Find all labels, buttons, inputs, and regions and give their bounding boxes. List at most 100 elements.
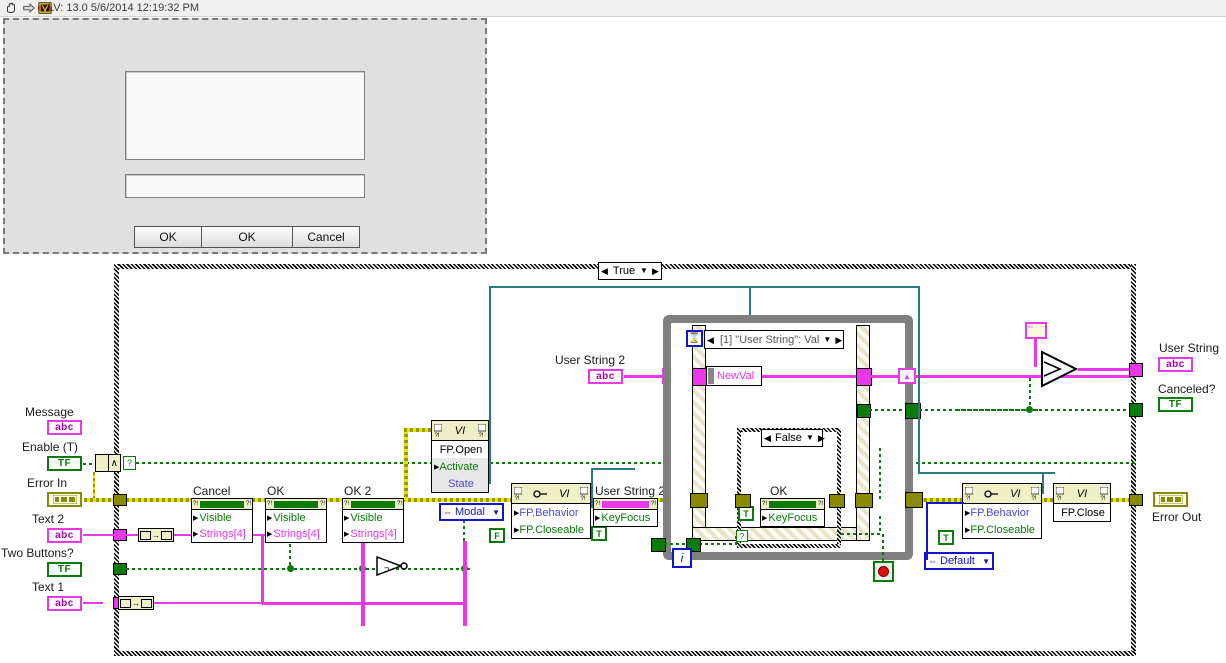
prop-visible[interactable]: Visible bbox=[199, 512, 231, 524]
case-prev-arrow[interactable]: ◀ bbox=[599, 263, 610, 279]
string-constant-empty[interactable]: “” bbox=[1025, 322, 1047, 339]
property-node-cancel[interactable]: ?!?! ▶ Visible ▶ Strings[4] bbox=[191, 498, 253, 543]
event-tunnel-bool-out bbox=[857, 404, 871, 418]
property-node-header: ?!?! bbox=[192, 499, 252, 510]
terminal-canceled-out[interactable]: TF bbox=[1158, 397, 1193, 412]
invoke-node-fp-open[interactable]: ?! VI ?! FP.Open ▶ Activate State bbox=[431, 420, 489, 493]
svg-text:“”: “” bbox=[1028, 326, 1033, 333]
tunnel-output-user-string[interactable]: ▲ bbox=[898, 368, 916, 384]
vi-label: VI bbox=[454, 424, 466, 437]
label-ok2-node: OK 2 bbox=[344, 484, 372, 498]
terminal-enable-t[interactable]: TF bbox=[47, 456, 82, 471]
error-status-indicator: ? bbox=[123, 456, 136, 470]
select-function-node[interactable] bbox=[1040, 350, 1080, 388]
wire-strings-ok bbox=[361, 541, 365, 626]
event-dropdown-icon[interactable]: ▼ bbox=[821, 332, 833, 348]
svg-text:?!: ?! bbox=[1032, 496, 1037, 501]
boolean-glyph: TF bbox=[1168, 399, 1183, 410]
property-node-ok-keyfocus[interactable]: ?!?! ▶ KeyFocus bbox=[760, 498, 825, 527]
label-error-in: Error In bbox=[27, 476, 68, 490]
event-case-selector[interactable]: ◀ [1] "User String": Val ▼ ▶ bbox=[704, 330, 844, 349]
inner-case-next-arrow[interactable]: ▶ bbox=[816, 430, 827, 446]
wire-select-out bbox=[1078, 368, 1131, 371]
and-glyph: ∧ bbox=[110, 457, 118, 469]
bool-constant-true-3[interactable]: T bbox=[938, 530, 954, 545]
param-fp-closeable[interactable]: FP.Closeable bbox=[970, 524, 1035, 536]
param-fp-behavior[interactable]: FP.Behavior bbox=[970, 507, 1029, 519]
vi-label: VI bbox=[1076, 487, 1088, 500]
enum-dropdown-icon[interactable]: ▼ bbox=[492, 508, 500, 517]
wire-to-select-fn bbox=[916, 375, 1131, 378]
wire-bool-into-event bbox=[664, 543, 686, 545]
terminal-user-string-out[interactable]: abc bbox=[1158, 357, 1193, 372]
invoke-node-fp-close[interactable]: ?! VI ?! FP.Close bbox=[1053, 483, 1111, 522]
arrow-icon[interactable] bbox=[22, 1, 36, 15]
wire-refnum-keyfocus-h bbox=[591, 468, 635, 470]
wire-text1-in bbox=[83, 602, 103, 604]
terminal-message[interactable]: abc bbox=[47, 420, 82, 435]
event-node-handle bbox=[708, 368, 714, 384]
prop-visible[interactable]: Visible bbox=[350, 512, 382, 524]
user-string-input[interactable] bbox=[125, 174, 365, 198]
terminal-text-1[interactable]: abc bbox=[47, 596, 82, 611]
build-array-node-2[interactable]: → bbox=[118, 596, 154, 610]
bool-constant-false[interactable]: F bbox=[489, 528, 505, 543]
fp-cancel-button[interactable]: Cancel bbox=[292, 226, 360, 248]
event-data-node[interactable]: NewVal bbox=[706, 366, 762, 386]
enum-arrows-icon: ⇔ bbox=[443, 507, 452, 517]
event-next-arrow[interactable]: ▶ bbox=[833, 332, 844, 348]
prop-strings[interactable]: Strings[4] bbox=[273, 528, 319, 540]
label-user-string-out: User String bbox=[1159, 341, 1220, 355]
fp-ok-button-2[interactable]: OK bbox=[201, 226, 293, 248]
invoke-node-header: ?! VI ?! bbox=[1054, 484, 1110, 504]
and-array-elements-node[interactable]: ∧ bbox=[95, 454, 121, 472]
vi-ref-in-icon: ?! bbox=[434, 423, 442, 438]
property-node-ok2[interactable]: ?!?! ▶ Visible ▶ Strings[4] bbox=[342, 498, 404, 543]
inner-case-prev-arrow[interactable]: ◀ bbox=[762, 430, 773, 446]
method-name: FP.Close bbox=[1061, 506, 1105, 519]
param-state[interactable]: State bbox=[448, 478, 474, 490]
prop-strings[interactable]: Strings[4] bbox=[350, 528, 396, 540]
wire-no-error-bool bbox=[136, 462, 1136, 464]
param-fp-behavior[interactable]: FP.Behavior bbox=[519, 507, 578, 519]
event-tunnel-error-out bbox=[855, 493, 873, 508]
bool-constant-true-1[interactable]: T bbox=[591, 526, 607, 541]
hand-icon[interactable] bbox=[4, 1, 18, 15]
svg-text:?!: ?! bbox=[966, 496, 971, 501]
case-selector-true[interactable]: ◀ True ▼ ▶ bbox=[598, 262, 662, 280]
not-gate-node[interactable]: ¬ bbox=[375, 555, 409, 577]
svg-text:?!: ?! bbox=[1057, 496, 1062, 501]
wire-refnum-behavior2 bbox=[1042, 472, 1044, 494]
prop-keyfocus[interactable]: KeyFocus bbox=[601, 512, 650, 524]
terminal-error-in[interactable] bbox=[47, 492, 82, 507]
terminal-error-out[interactable] bbox=[1153, 492, 1188, 507]
case-dropdown-icon[interactable]: ▼ bbox=[638, 263, 650, 279]
fp-ok-button-1[interactable]: OK bbox=[134, 226, 202, 248]
enum-constant-modal[interactable]: ⇔ Modal ▼ bbox=[439, 503, 504, 521]
param-activate[interactable]: Activate bbox=[439, 461, 478, 473]
inner-case-selector-false[interactable]: ◀ False ▼ ▶ bbox=[761, 429, 825, 447]
bool-constant-true-2[interactable]: T bbox=[738, 506, 754, 521]
stop-button[interactable] bbox=[873, 561, 894, 582]
enum-dropdown-icon[interactable]: ▼ bbox=[982, 557, 990, 566]
prop-strings[interactable]: Strings[4] bbox=[199, 528, 245, 540]
build-array-node-1[interactable]: → bbox=[138, 528, 174, 542]
prop-keyfocus[interactable]: KeyFocus bbox=[768, 512, 817, 524]
enum-constant-default[interactable]: ⇔ Default ▼ bbox=[924, 552, 994, 570]
param-fp-closeable[interactable]: FP.Closeable bbox=[519, 524, 584, 536]
label-two-buttons: Two Buttons? bbox=[1, 546, 74, 560]
terminal-user-string-2[interactable]: abc bbox=[588, 369, 623, 384]
property-node-user-string-2[interactable]: ?!?! ▶ KeyFocus bbox=[593, 498, 658, 527]
event-prev-arrow[interactable]: ◀ bbox=[705, 332, 716, 348]
property-node-ok[interactable]: ?!?! ▶ Visible ▶ Strings[4] bbox=[265, 498, 327, 543]
label-error-out: Error Out bbox=[1152, 510, 1202, 524]
terminal-text-2[interactable]: abc bbox=[47, 528, 82, 543]
prop-visible[interactable]: Visible bbox=[273, 512, 305, 524]
label-ok-node: OK bbox=[267, 484, 285, 498]
case-next-arrow[interactable]: ▶ bbox=[650, 263, 661, 279]
inner-case-dropdown-icon[interactable]: ▼ bbox=[804, 430, 816, 446]
property-node-fp-behavior-2[interactable]: ?! VI ?! ▶ FP.Behavior ▶ FP.Closeable bbox=[962, 483, 1042, 539]
property-node-fp-behavior-1[interactable]: ?! VI ?! ▶ FP.Behavior ▶ FP.Closeable bbox=[511, 483, 591, 539]
terminal-two-buttons[interactable]: TF bbox=[47, 562, 82, 577]
timeout-hourglass-icon[interactable]: ⌛ bbox=[686, 330, 703, 347]
